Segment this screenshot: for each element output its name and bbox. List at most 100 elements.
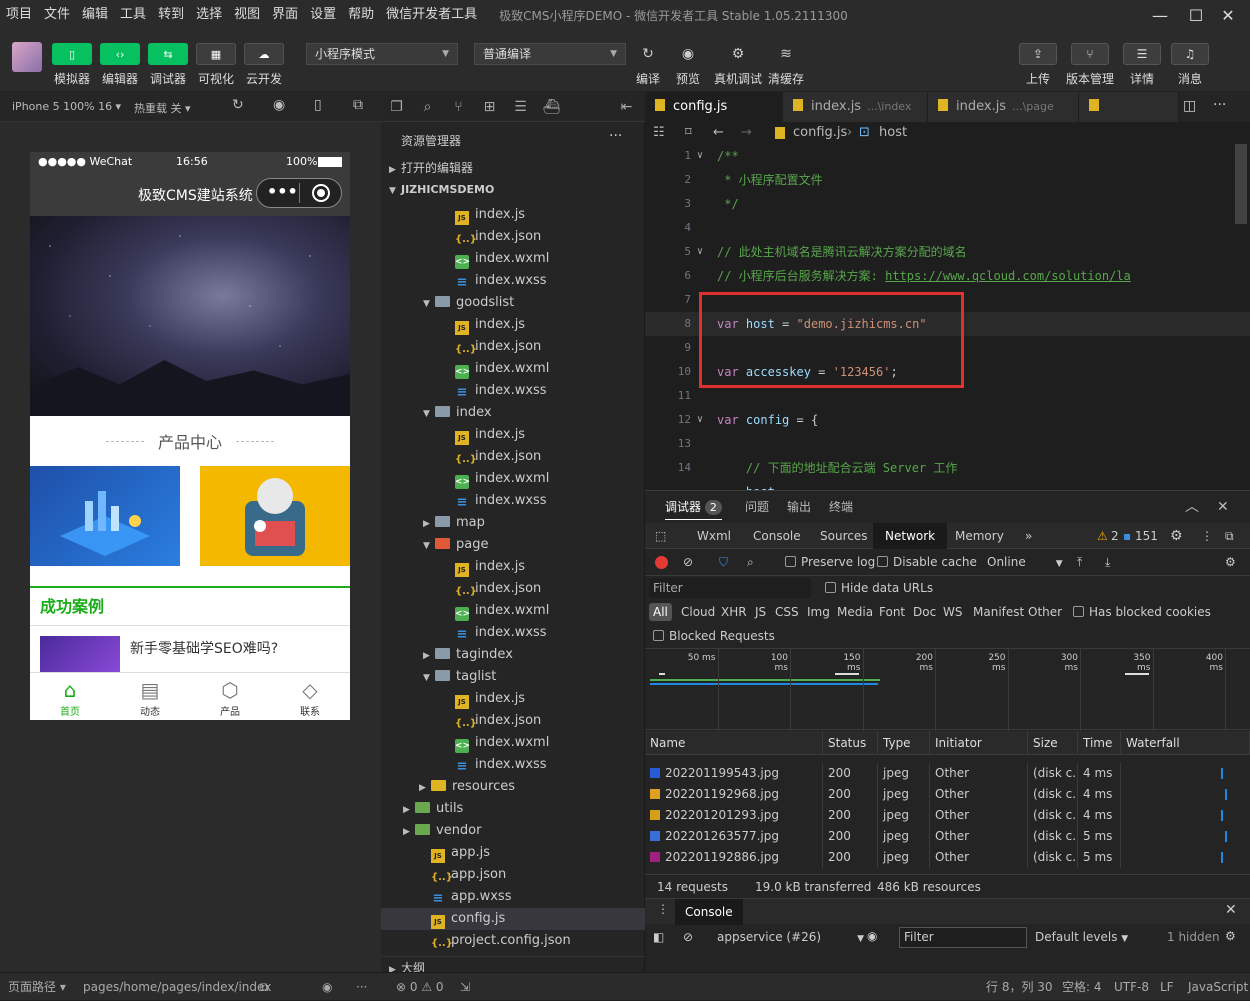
file-index.js[interactable]: JS index.js	[381, 424, 645, 446]
settings-icon[interactable]: ⚙	[1225, 929, 1236, 943]
page-path-select[interactable]: 页面路径 ▾	[8, 973, 66, 1001]
type-filter-css[interactable]: CSS	[775, 600, 799, 624]
debug-button[interactable]: ⇆	[148, 43, 188, 65]
device-select[interactable]: iPhone 5 100% 16 ▾	[12, 100, 121, 113]
fold-icon[interactable]: ∨	[697, 240, 703, 264]
folder-page[interactable]: ▼ page	[381, 534, 645, 556]
menu-item-3[interactable]: 工具	[114, 0, 152, 30]
cursor-position[interactable]: 行 8，列 30	[986, 973, 1053, 1001]
file-project.config.json[interactable]: {..}project.config.json	[381, 930, 645, 952]
menu-item-9[interactable]: 帮助	[342, 0, 380, 30]
devtools-tab-sources[interactable]: Sources	[820, 523, 867, 549]
folder-goodslist[interactable]: ▼ goodslist	[381, 292, 645, 314]
files-icon[interactable]: ❐	[381, 99, 412, 115]
more-icon[interactable]: ⋮	[1201, 523, 1213, 549]
file-index.json[interactable]: {..}index.json	[381, 226, 645, 248]
tab-diamond[interactable]: ◇ 联系	[270, 673, 350, 720]
file-index.wxml[interactable]: <> index.wxml	[381, 248, 645, 270]
tab-terminal[interactable]: 终端	[829, 491, 853, 523]
hide-data-urls-checkbox[interactable]: Hide data URLs	[825, 576, 933, 600]
cloud-button[interactable]: ☁	[244, 43, 284, 65]
file-index.wxss[interactable]: ≡ index.wxss	[381, 380, 645, 402]
tab-box[interactable]: ⬡ 产品	[190, 673, 270, 720]
stop-icon[interactable]: ◉	[273, 97, 285, 113]
collapse-panel-icon[interactable]: ⇤	[611, 99, 642, 115]
eye-button[interactable]: ◉	[672, 43, 704, 65]
encoding[interactable]: UTF-8	[1114, 973, 1149, 1001]
more-icon[interactable]: ···	[356, 973, 367, 1001]
more-icon[interactable]: ···	[1213, 97, 1226, 113]
copy-icon[interactable]: ⧉	[260, 973, 269, 1001]
popout-icon[interactable]: ⧉	[353, 97, 363, 113]
menu-item-0[interactable]: 项目	[0, 0, 38, 30]
product-card-bag[interactable]	[200, 466, 350, 566]
editor-tab-0[interactable]: config.js	[645, 92, 783, 122]
folder-taglist[interactable]: ▼ taglist	[381, 666, 645, 688]
file-index.json[interactable]: {..}index.json	[381, 710, 645, 732]
bell-button[interactable]: ♫	[1171, 43, 1209, 65]
mode-select[interactable]: 小程序模式 ▼	[306, 43, 458, 65]
file-app.json[interactable]: {..}app.json	[381, 864, 645, 886]
errors-indicator[interactable]: ⊗ 0 ⚠ 0	[396, 973, 444, 1001]
more-icon[interactable]: ···	[609, 128, 622, 144]
menu-button[interactable]: ☰	[1123, 43, 1161, 65]
record-icon[interactable]	[655, 556, 668, 569]
type-filter-ws[interactable]: WS	[943, 600, 962, 624]
close-button[interactable]: ✕	[1206, 0, 1250, 30]
table-row[interactable]: 202201192968.jpg 200 jpeg Other (disk c... 4 …	[645, 784, 1250, 805]
upload-icon[interactable]: ⤒	[1077, 549, 1082, 576]
table-row[interactable]: 202201199543.jpg 200 jpeg Other (disk c... 4 …	[645, 763, 1250, 784]
more-icon[interactable]: ⋮	[657, 902, 669, 916]
menu-item-7[interactable]: 界面	[266, 0, 304, 30]
type-filter-other[interactable]: Other	[1028, 600, 1062, 624]
devtools-tab-network[interactable]: Network	[873, 523, 948, 549]
extensions-icon[interactable]: ⊞	[474, 99, 505, 115]
phone-button[interactable]: ▯	[52, 43, 92, 65]
bookmark-icon[interactable]: ⌑	[685, 122, 692, 144]
compile-select[interactable]: 普通编译 ▼	[474, 43, 626, 65]
capsule-menu[interactable]: •••	[256, 178, 342, 208]
column-status[interactable]: Status	[823, 731, 878, 755]
code-button[interactable]: ‹›	[100, 43, 140, 65]
tab-console[interactable]: Console	[675, 899, 743, 925]
product-card-tech[interactable]	[30, 466, 180, 566]
type-filter-xhr[interactable]: XHR	[721, 600, 747, 624]
context-select[interactable]: appservice (#26) ▼	[717, 930, 864, 944]
fold-icon[interactable]: ∨	[697, 408, 703, 432]
refresh-button[interactable]: ↻	[632, 43, 664, 65]
dock-icon[interactable]: ⧉	[1225, 523, 1234, 549]
folder-utils[interactable]: ▶ utils	[381, 798, 645, 820]
settings-icon[interactable]: ⚙	[1170, 523, 1183, 549]
settings-icon[interactable]: ⚙	[1225, 549, 1236, 576]
type-filter-js[interactable]: JS	[755, 600, 766, 624]
levels-select[interactable]: Default levels ▼	[1035, 930, 1128, 944]
editor-tab-1[interactable]: index.js ...\index	[783, 92, 928, 122]
file-app.wxss[interactable]: ≡ app.wxss	[381, 886, 645, 908]
devtools-tab-console[interactable]: Console	[753, 523, 801, 549]
eye-icon[interactable]: ◉	[867, 929, 877, 943]
download-icon[interactable]: ⤓	[1105, 549, 1110, 576]
banner-image[interactable]	[30, 216, 350, 416]
file-index.js[interactable]: JS index.js	[381, 556, 645, 578]
blocked-cookies-checkbox[interactable]: Has blocked cookies	[1073, 600, 1211, 624]
column-name[interactable]: Name	[645, 731, 823, 755]
split-editor-icon[interactable]: ◫	[1183, 98, 1196, 114]
chevron-up-icon[interactable]: ︿	[1185, 491, 1199, 523]
refresh-icon[interactable]: ↻	[232, 97, 244, 113]
file-index.json[interactable]: {..}index.json	[381, 578, 645, 600]
search-icon[interactable]: ⌕	[412, 99, 443, 115]
folder-resources[interactable]: ▶ resources	[381, 776, 645, 798]
type-filter-img[interactable]: Img	[807, 600, 830, 624]
folder-vendor[interactable]: ▶ vendor	[381, 820, 645, 842]
table-row[interactable]: 202201192886.jpg 200 jpeg Other (disk c... 5 …	[645, 847, 1250, 868]
file-index.wxml[interactable]: <> index.wxml	[381, 600, 645, 622]
blocked-requests-checkbox[interactable]: Blocked Requests	[653, 624, 775, 648]
file-index.wxss[interactable]: ≡ index.wxss	[381, 622, 645, 644]
type-filter-manifest[interactable]: Manifest	[973, 600, 1024, 624]
news-item[interactable]: 新手零基础学SEO难吗?	[30, 626, 350, 676]
throttle-select[interactable]: Online ▼	[987, 549, 1063, 578]
eol[interactable]: LF	[1160, 973, 1174, 1001]
column-initiator[interactable]: Initiator	[930, 731, 1028, 755]
remote-icon[interactable]: ⇲	[460, 973, 470, 1001]
clear-icon[interactable]: ⊘	[683, 549, 693, 576]
